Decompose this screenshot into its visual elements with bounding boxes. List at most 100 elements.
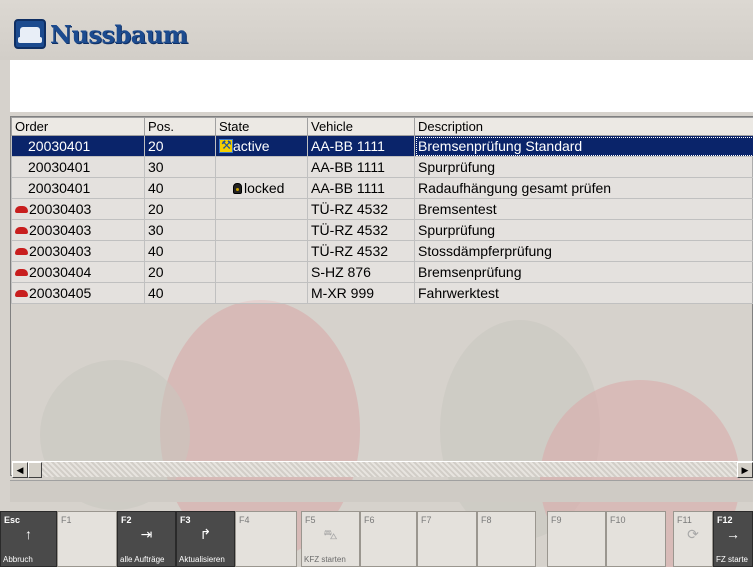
fkey-f6-button[interactable]: F6 bbox=[360, 511, 417, 567]
order-cell: 20030401 bbox=[11, 177, 145, 199]
scroll-left-button[interactable]: ◀ bbox=[12, 462, 28, 478]
fkey-label: F10 bbox=[610, 515, 626, 525]
pos-cell: 20 bbox=[144, 261, 216, 283]
order-cell-text: 20030401 bbox=[28, 180, 91, 196]
fkey-f5-button[interactable]: F5 ⛍ KFZ starten bbox=[301, 511, 360, 567]
active-worker-icon bbox=[219, 138, 233, 154]
vehicle-cell-text: TÜ-RZ 4532 bbox=[311, 201, 389, 217]
state-cell bbox=[215, 261, 308, 283]
right-arrow-icon: → bbox=[726, 526, 740, 542]
order-cell-text: 20030403 bbox=[29, 243, 92, 259]
column-header-pos[interactable]: Pos. bbox=[144, 117, 216, 136]
vehicle-cell: M-XR 999 bbox=[307, 282, 415, 304]
info-panel bbox=[10, 60, 753, 112]
description-cell: Stossdämpferprüfung bbox=[414, 240, 753, 262]
state-cell bbox=[215, 240, 308, 262]
car-icon bbox=[15, 247, 28, 255]
state-cell bbox=[215, 198, 308, 220]
fkey-f3-button[interactable]: F3 ↱ Aktualisieren bbox=[176, 511, 235, 567]
vehicle-cell: S-HZ 876 bbox=[307, 261, 415, 283]
pos-cell: 20 bbox=[144, 135, 216, 157]
table-row[interactable]: 20030403 40 TÜ-RZ 4532 Stossdämpferprüfung bbox=[11, 240, 753, 262]
order-cell: 20030401 bbox=[11, 135, 145, 157]
vehicle-cell: AA-BB 1111 bbox=[307, 156, 415, 178]
pos-cell-text: 30 bbox=[148, 222, 164, 238]
table-row[interactable]: 20030401 20 active AA-BB 1111 Bremsenprüfung… bbox=[11, 135, 753, 157]
fkey-label: F2 bbox=[121, 515, 132, 525]
car-icon bbox=[15, 289, 28, 297]
order-table: Order Pos. State Vehicle Description 200… bbox=[10, 116, 753, 476]
fkey-f1-button[interactable]: F1 bbox=[57, 511, 117, 567]
pos-cell: 30 bbox=[144, 219, 216, 241]
scroll-right-button[interactable]: ▶ bbox=[737, 462, 753, 478]
list-arrow-icon: ⇥ bbox=[140, 526, 153, 542]
function-key-bar: Esc ↑ Abbruch F1 F2 ⇥ alle Aufträge F3 ↱ Aktualis… bbox=[0, 511, 753, 567]
description-cell-text: Spurprüfung bbox=[418, 222, 496, 238]
description-cell-text: Fahrwerktest bbox=[418, 285, 499, 301]
vehicle-cell-text: AA-BB 1111 bbox=[311, 138, 385, 154]
fkey-f10-button[interactable]: F10 bbox=[606, 511, 666, 567]
fkey-caption: Abbruch bbox=[3, 555, 33, 564]
order-cell-text: 20030405 bbox=[29, 285, 92, 301]
pos-cell: 30 bbox=[144, 156, 216, 178]
state-cell bbox=[215, 282, 308, 304]
table-row[interactable]: 20030401 40 locked AA-BB 1111 Radaufhängung … bbox=[11, 177, 753, 199]
pos-cell-text: 40 bbox=[148, 243, 164, 259]
state-cell bbox=[215, 219, 308, 241]
table-row[interactable]: 20030401 30 AA-BB 1111 Spurprüfung bbox=[11, 156, 753, 178]
table-row[interactable]: 20030405 40 M-XR 999 Fahrwerktest bbox=[11, 282, 753, 304]
description-cell: Bremsentest bbox=[414, 198, 753, 220]
order-cell-text: 20030401 bbox=[28, 138, 91, 154]
column-header-vehicle[interactable]: Vehicle bbox=[307, 117, 415, 136]
car-icon bbox=[15, 226, 28, 234]
state-cell: active bbox=[215, 135, 308, 157]
order-cell-text: 20030403 bbox=[29, 222, 92, 238]
fkey-f4-button[interactable]: F4 bbox=[235, 511, 297, 567]
order-cell: 20030401 bbox=[11, 156, 145, 178]
description-cell-text: Bremsenprüfung Standard bbox=[418, 138, 583, 154]
description-cell: Bremsenprüfung bbox=[414, 261, 753, 283]
fkey-f7-button[interactable]: F7 bbox=[417, 511, 477, 567]
column-header-state[interactable]: State bbox=[215, 117, 308, 136]
fkey-f11-button[interactable]: F11 ⟳ bbox=[673, 511, 713, 567]
lock-icon bbox=[233, 182, 242, 194]
order-cell: 20030404 bbox=[11, 261, 145, 283]
order-cell: 20030403 bbox=[11, 219, 145, 241]
pos-cell: 40 bbox=[144, 177, 216, 199]
pos-cell-text: 30 bbox=[148, 159, 164, 175]
column-header-description[interactable]: Description bbox=[414, 117, 753, 136]
fkey-caption: alle Aufträge bbox=[120, 555, 165, 564]
order-cell: 20030403 bbox=[11, 240, 145, 262]
pos-cell-text: 40 bbox=[148, 180, 164, 196]
description-cell-text: Bremsentest bbox=[418, 201, 497, 217]
vehicle-cell: AA-BB 1111 bbox=[307, 177, 415, 199]
table-row[interactable]: 20030404 20 S-HZ 876 Bremsenprüfung bbox=[11, 261, 753, 283]
state-cell bbox=[215, 156, 308, 178]
fkey-f12-button[interactable]: F12 → FZ starte bbox=[713, 511, 753, 567]
fkey-label: F3 bbox=[180, 515, 191, 525]
fkey-caption: KFZ starten bbox=[304, 555, 346, 564]
pos-cell-text: 40 bbox=[148, 285, 164, 301]
fkey-f2-button[interactable]: F2 ⇥ alle Aufträge bbox=[117, 511, 176, 567]
state-cell: locked bbox=[215, 177, 308, 199]
fkey-f9-button[interactable]: F9 bbox=[547, 511, 606, 567]
fkey-esc-button[interactable]: Esc ↑ Abbruch bbox=[0, 511, 57, 567]
horizontal-scrollbar[interactable]: ◀ ▶ bbox=[12, 461, 753, 478]
fkey-label: F1 bbox=[61, 515, 72, 525]
scroll-thumb[interactable] bbox=[28, 462, 42, 478]
table-row[interactable]: 20030403 30 TÜ-RZ 4532 Spurprüfung bbox=[11, 219, 753, 241]
order-cell-text: 20030404 bbox=[29, 264, 92, 280]
description-cell-text: Bremsenprüfung bbox=[418, 264, 522, 280]
car-icon bbox=[15, 205, 28, 213]
table-row[interactable]: 20030403 20 TÜ-RZ 4532 Bremsentest bbox=[11, 198, 753, 220]
fkey-f8-button[interactable]: F8 bbox=[477, 511, 536, 567]
fkey-label: F9 bbox=[551, 515, 562, 525]
brand-logo: Nussbaum bbox=[14, 18, 188, 50]
car-icon: ⛍ bbox=[323, 526, 338, 542]
fkey-label: F8 bbox=[481, 515, 492, 525]
state-cell-text: locked bbox=[244, 180, 285, 196]
description-cell-text: Radaufhängung gesamt prüfen bbox=[418, 180, 612, 196]
cycle-icon: ⟳ bbox=[687, 526, 699, 542]
column-header-order[interactable]: Order bbox=[11, 117, 145, 136]
fkey-label: F7 bbox=[421, 515, 432, 525]
